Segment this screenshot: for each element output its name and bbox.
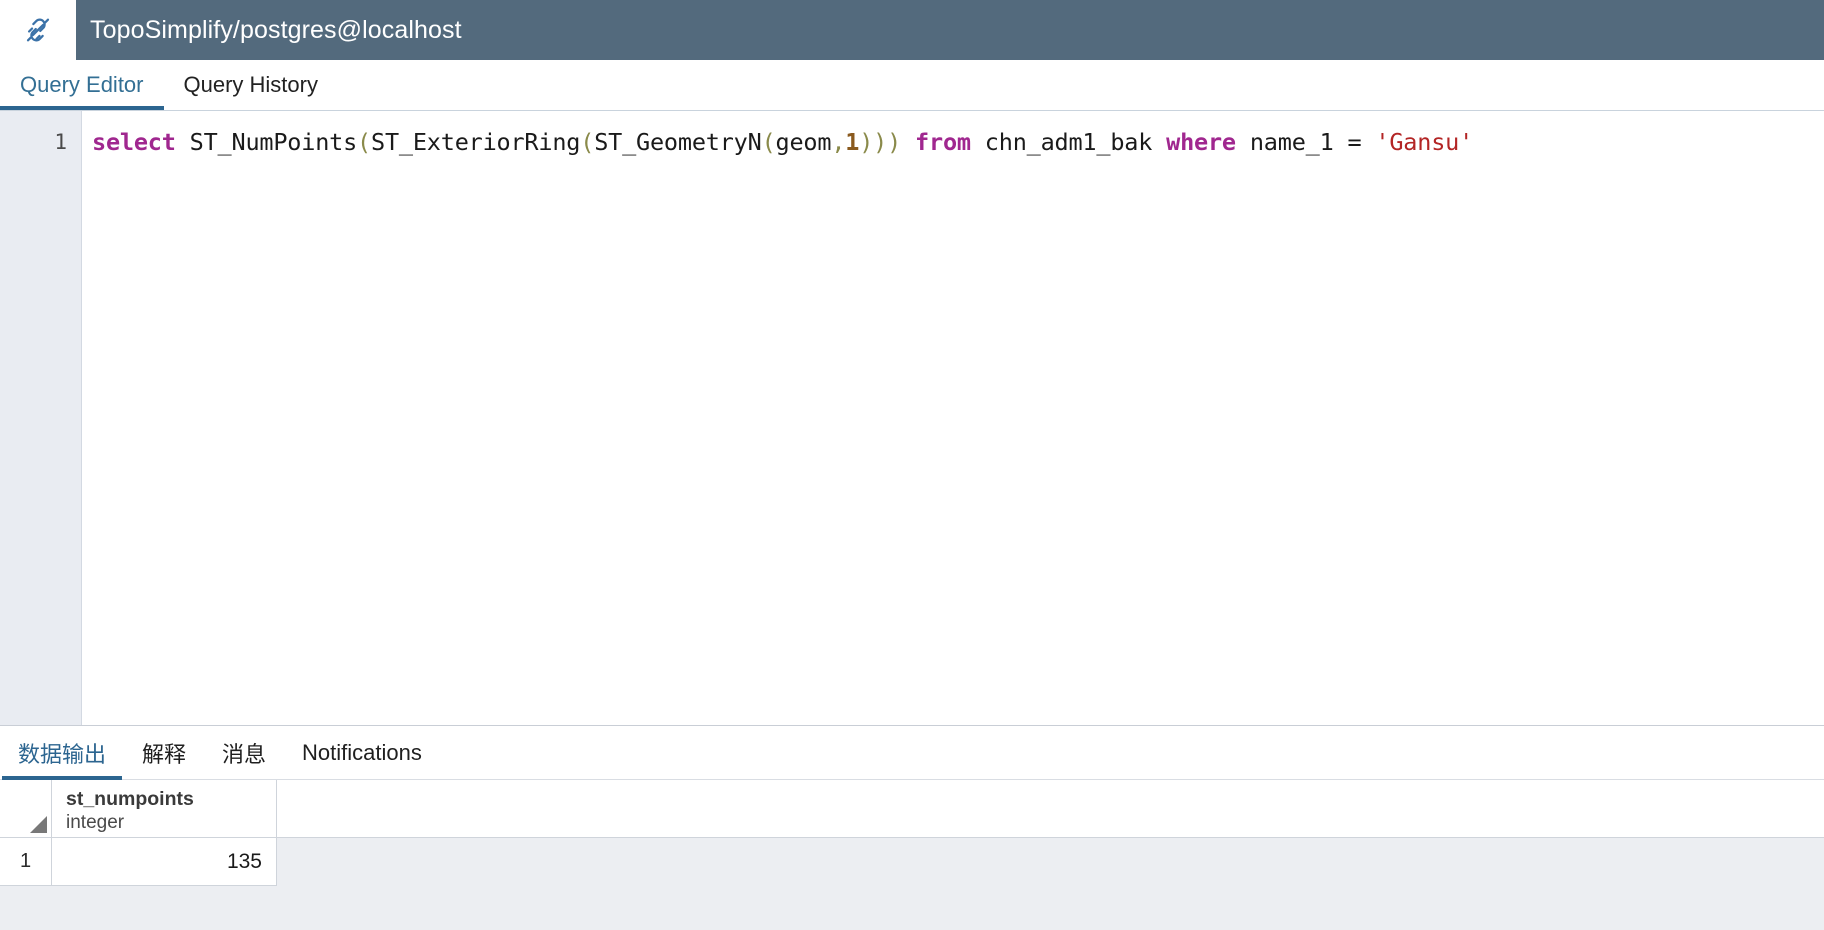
output-panel: 数据输出 解释 消息 Notifications st_numpoints in… (0, 725, 1824, 930)
sql-string-gansu: 'Gansu' (1375, 128, 1474, 156)
connection-title: TopoSimplify/postgres@localhost (76, 0, 1824, 60)
cell-st-numpoints[interactable]: 135 (52, 838, 277, 886)
editor-gutter: 1 (0, 111, 82, 725)
tab-messages[interactable]: 消息 (204, 726, 284, 780)
pgadmin-query-tool: TopoSimplify/postgres@localhost Query Ed… (0, 0, 1824, 930)
sql-editor[interactable]: 1 select ST_NumPoints(ST_ExteriorRing(ST… (0, 110, 1824, 725)
sql-space (1236, 128, 1250, 156)
select-all-cell[interactable] (0, 780, 52, 837)
sql-space (176, 128, 190, 156)
sql-number-1: 1 (845, 128, 860, 156)
sql-paren-open-3: ( (761, 128, 776, 156)
tab-data-output[interactable]: 数据输出 (0, 726, 124, 780)
column-type: integer (66, 811, 125, 833)
sql-space (901, 128, 915, 156)
tab-data-output-label: 数据输出 (18, 741, 107, 767)
sql-identifier-name-1: name_1 (1249, 128, 1334, 156)
sql-keyword-from: from (915, 128, 971, 156)
sql-space (1361, 128, 1375, 156)
column-header-st-numpoints[interactable]: st_numpoints integer (52, 780, 277, 837)
output-tabstrip: 数据输出 解释 消息 Notifications (0, 726, 1824, 780)
line-number-1: 1 (54, 130, 67, 154)
sql-code-area[interactable]: select ST_NumPoints(ST_ExteriorRing(ST_G… (82, 111, 1824, 725)
sql-keyword-where: where (1166, 128, 1236, 156)
sql-function-st-numpoints: ST_NumPoints (189, 128, 358, 156)
sql-function-st-exteriorring: ST_ExteriorRing (371, 128, 581, 156)
titlebar: TopoSimplify/postgres@localhost (0, 0, 1824, 60)
query-tool-tabstrip: Query Editor Query History (0, 60, 1824, 110)
result-grid[interactable]: st_numpoints integer 1 135 (0, 780, 1824, 930)
header-filler (277, 780, 1824, 837)
sql-comma: , (831, 128, 846, 156)
tab-query-editor-label: Query Editor (20, 72, 144, 97)
sql-paren-close-group: ))) (859, 128, 902, 156)
tab-explain[interactable]: 解释 (124, 726, 204, 780)
select-all-triangle-icon[interactable] (30, 816, 47, 833)
sql-space (971, 128, 985, 156)
sql-paren-open-1: ( (357, 128, 371, 156)
sql-keyword-select: select (92, 128, 176, 156)
row-filler (277, 838, 1824, 886)
connection-icon-cell (0, 0, 76, 60)
plug-connection-icon (26, 18, 50, 42)
sql-identifier-geom: geom (775, 128, 832, 156)
row-number[interactable]: 1 (0, 838, 52, 886)
sql-query-line: select ST_NumPoints(ST_ExteriorRing(ST_G… (92, 127, 1824, 157)
result-grid-header: st_numpoints integer (0, 780, 1824, 838)
column-name: st_numpoints (66, 787, 194, 810)
sql-function-st-geometryn: ST_GeometryN (594, 128, 762, 156)
sql-space (1334, 128, 1348, 156)
tab-query-history-label: Query History (183, 72, 318, 97)
sql-identifier-table: chn_adm1_bak (984, 128, 1153, 156)
tab-query-editor[interactable]: Query Editor (0, 60, 164, 110)
tab-query-history[interactable]: Query History (164, 60, 338, 110)
table-row[interactable]: 1 135 (0, 838, 1824, 886)
sql-operator-equals: = (1347, 128, 1362, 156)
tab-notifications[interactable]: Notifications (284, 726, 440, 780)
tab-notifications-label: Notifications (302, 739, 422, 765)
sql-paren-open-2: ( (580, 128, 595, 156)
tab-messages-label: 消息 (222, 741, 267, 767)
tab-explain-label: 解释 (142, 741, 187, 767)
sql-space (1152, 128, 1166, 156)
